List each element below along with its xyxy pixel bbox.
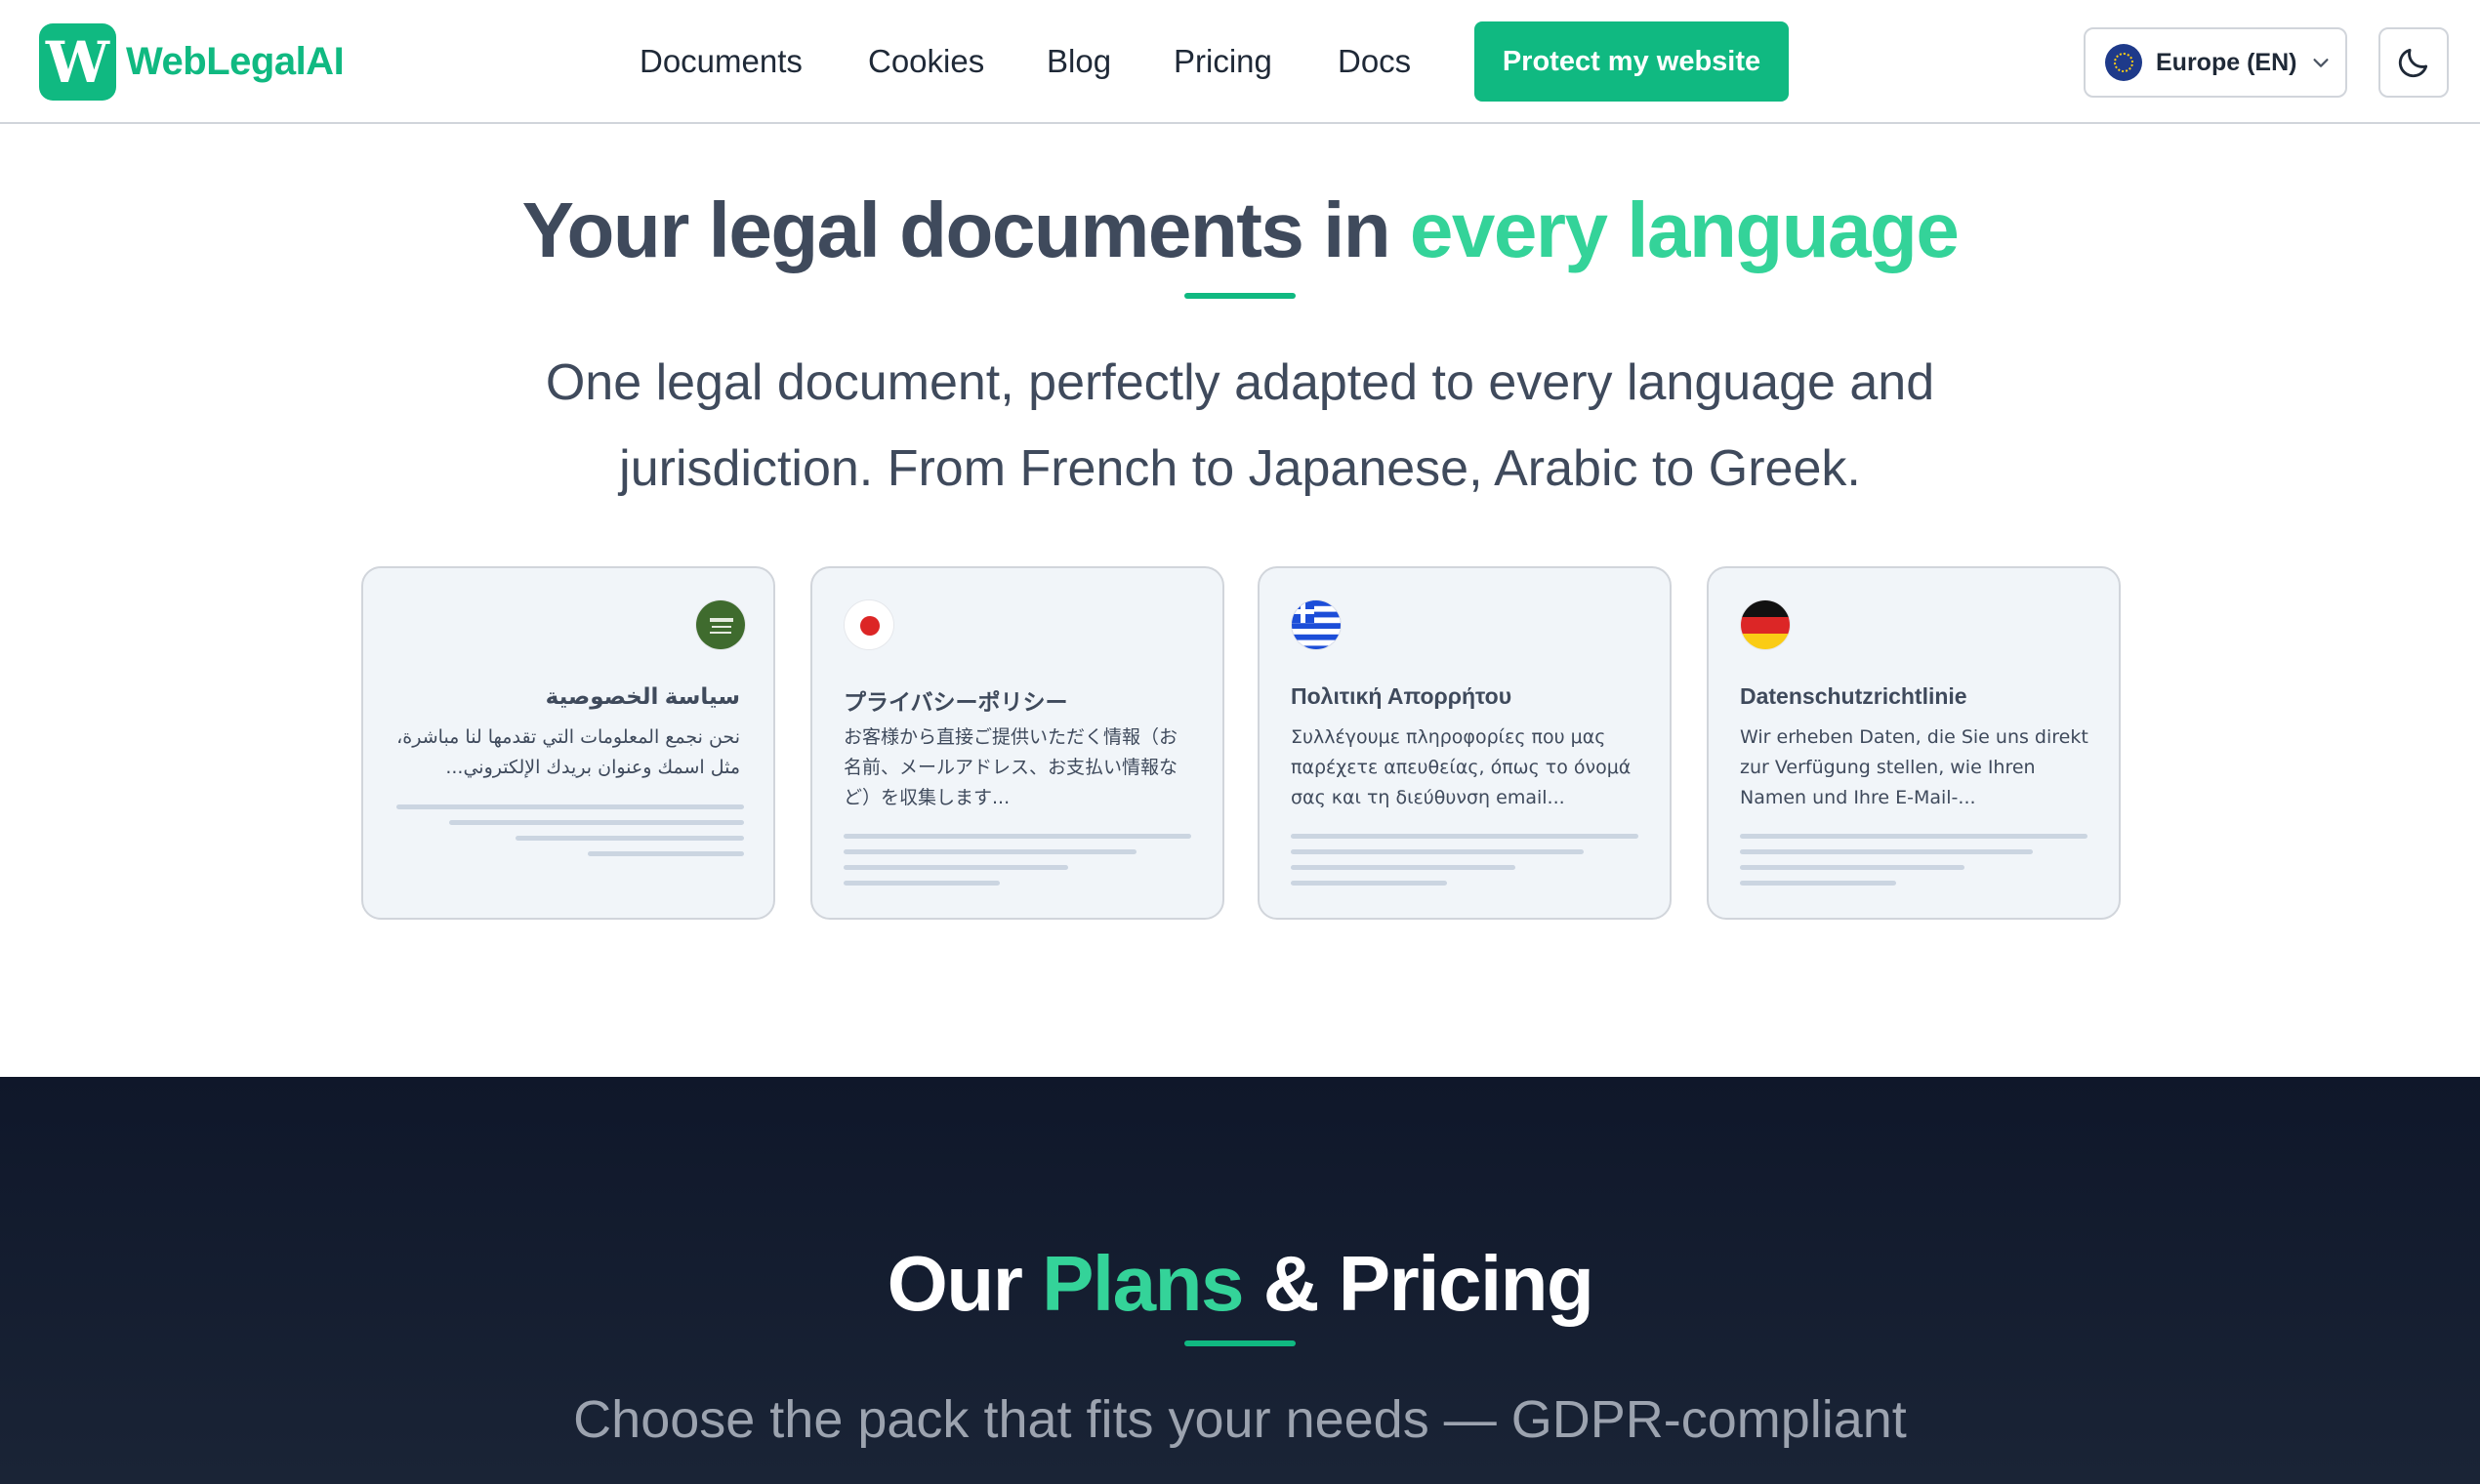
brand-name: WebLegalAI: [126, 40, 345, 83]
placeholder-line: [1740, 881, 1896, 886]
hero-title: Your legal documents in every language: [521, 186, 1960, 273]
placeholder-line: [1740, 865, 1964, 870]
language-card-greek: Πολιτική Απορρήτου Συλλέγουμε πληροφορίε…: [1258, 566, 1672, 920]
card-title: Πολιτική Απορρήτου: [1291, 683, 1512, 709]
placeholder-line: [1291, 834, 1638, 839]
region-label: Europe (EN): [2156, 48, 2297, 76]
nav-link-docs[interactable]: Docs: [1338, 43, 1411, 80]
moon-icon: [2398, 48, 2428, 78]
japan-flag-icon: [844, 599, 894, 650]
card-title: سياسة الخصوصية: [545, 683, 740, 709]
language-card-japanese: プライバシーポリシー お客様から直接ご提供いただく情報（お名前、メールアドレス、…: [810, 566, 1224, 920]
placeholder-line: [396, 804, 744, 809]
theme-toggle-button[interactable]: [2378, 27, 2449, 98]
placeholder-line: [1291, 881, 1447, 886]
pricing-title: Our Plans & Pricing: [887, 1240, 1594, 1327]
placeholder-line: [1740, 834, 2087, 839]
placeholder-line: [844, 865, 1068, 870]
placeholder-line: [516, 836, 744, 841]
pricing-section: Our Plans & Pricing Choose the pack that…: [0, 1077, 2480, 1484]
placeholder-line: [1291, 865, 1515, 870]
title-underline: [1184, 293, 1296, 299]
card-text: نحن نجمع المعلومات التي تقدمها لنا مباشر…: [396, 726, 740, 778]
greece-flag-icon: [1291, 599, 1342, 650]
placeholder-line: [588, 851, 744, 856]
protect-website-button[interactable]: Protect my website: [1474, 21, 1789, 102]
brand-logo[interactable]: W WebLegalAI: [39, 23, 345, 101]
language-card-arabic: سياسة الخصوصية نحن نجمع المعلومات التي ت…: [361, 566, 775, 920]
nav-link-blog[interactable]: Blog: [1047, 43, 1111, 80]
placeholder-line: [1291, 849, 1584, 854]
logo-mark-icon: W: [39, 23, 116, 101]
placeholder-line: [844, 834, 1191, 839]
card-title: プライバシーポリシー: [844, 689, 1068, 715]
region-selector[interactable]: Europe (EN): [2084, 27, 2347, 98]
placeholder-line: [844, 849, 1137, 854]
germany-flag-icon: [1740, 599, 1791, 650]
nav-link-documents[interactable]: Documents: [640, 43, 803, 80]
language-card-german: Datenschutzrichtlinie Wir erheben Daten,…: [1707, 566, 2121, 920]
nav-link-pricing[interactable]: Pricing: [1174, 43, 1272, 80]
pricing-subtitle: Choose the pack that fits your needs — G…: [573, 1390, 1907, 1449]
saudi-arabia-flag-icon: [695, 599, 746, 650]
eu-flag-icon: [2105, 44, 2142, 81]
placeholder-line: [449, 820, 744, 825]
pricing-title-underline: [1184, 1340, 1296, 1346]
placeholder-line: [1740, 849, 2033, 854]
card-text: Συλλέγουμε πληροφορίες που μας παρέχετε …: [1291, 726, 1632, 808]
top-navbar: W WebLegalAI Documents Cookies Blog Pric…: [0, 0, 2480, 124]
card-title: Datenschutzrichtlinie: [1740, 683, 1967, 709]
nav-link-cookies[interactable]: Cookies: [868, 43, 984, 80]
placeholder-line: [844, 881, 1000, 886]
card-text: Wir erheben Daten, die Sie uns direkt zu…: [1740, 726, 2088, 808]
card-text: お客様から直接ご提供いただく情報（お名前、メールアドレス、お支払い情報など）を収…: [844, 726, 1178, 808]
chevron-down-icon: [2313, 59, 2330, 67]
hero-subtitle: One legal document, perfectly adapted to…: [545, 354, 1935, 497]
